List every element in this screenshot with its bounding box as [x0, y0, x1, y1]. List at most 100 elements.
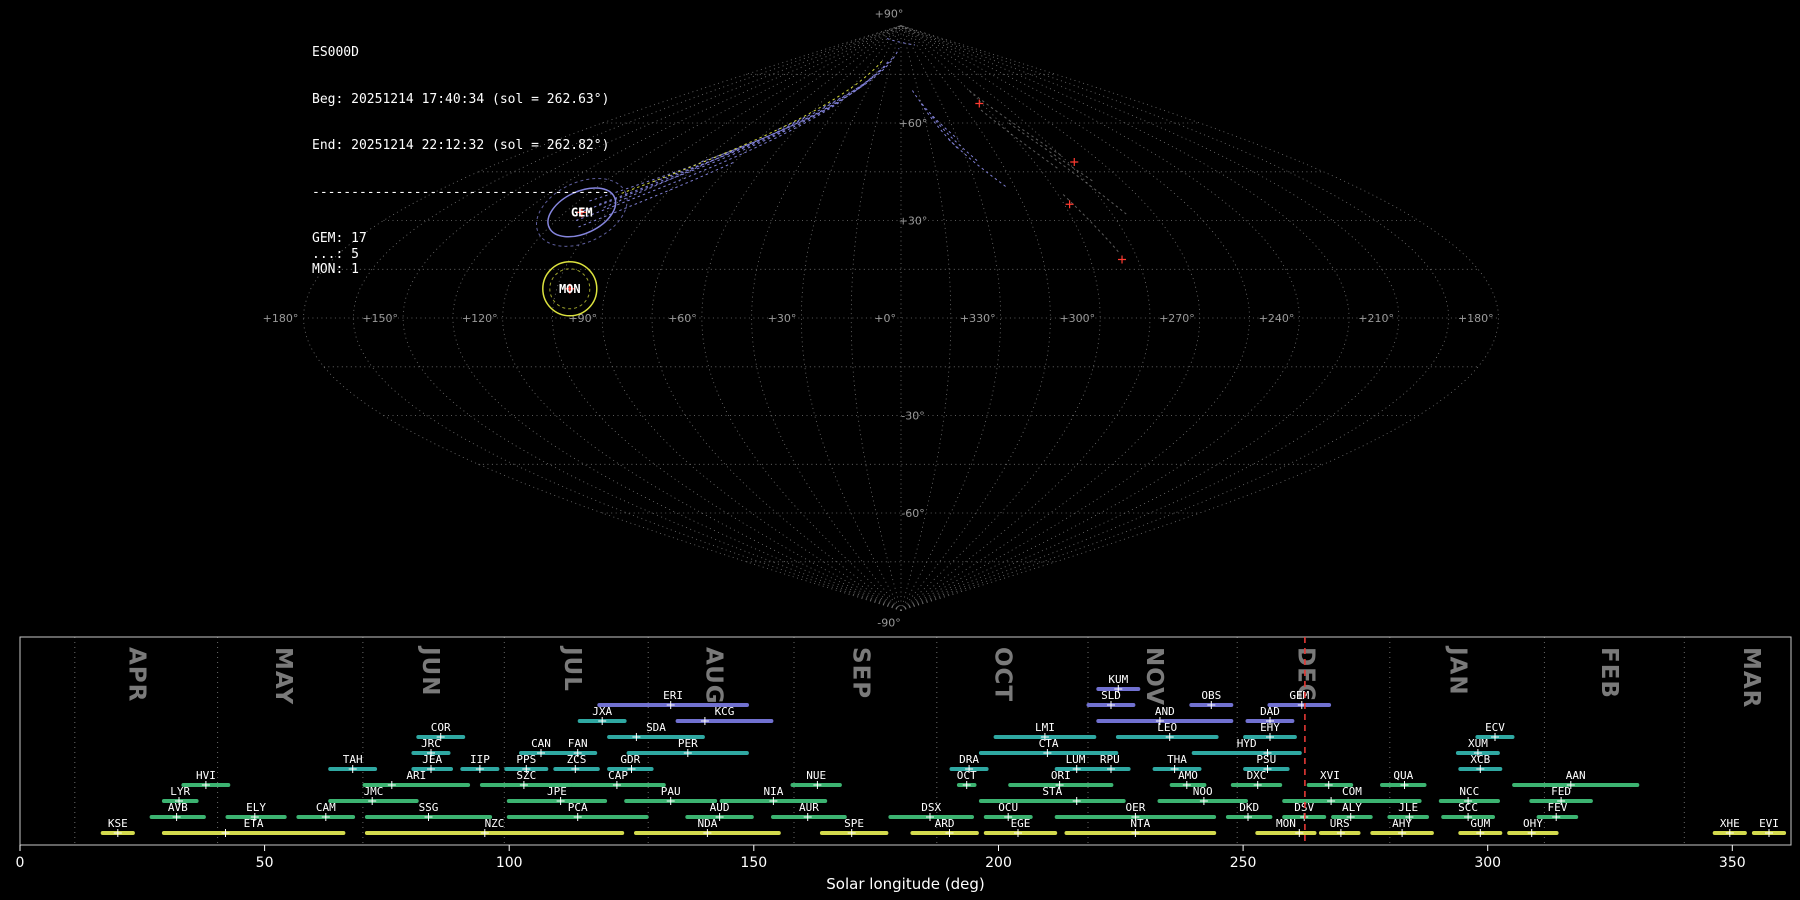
- shower-label-spe: SPE: [844, 817, 864, 830]
- shower-label-com: COM: [1342, 785, 1362, 798]
- shower-label-rpu: RPU: [1100, 753, 1120, 766]
- meteor-begin-mark: [1070, 158, 1079, 166]
- peak-marker-sta: [1072, 797, 1081, 805]
- peak-marker-nia: [769, 797, 778, 805]
- shower-label-kse: KSE: [108, 817, 128, 830]
- shower-label-szc: SZC: [516, 769, 536, 782]
- separator-line: --------------------------------------: [312, 184, 610, 200]
- shower-label-ari: ARI: [406, 769, 426, 782]
- peak-marker-pca: [573, 813, 582, 821]
- shower-label-scc: SCC: [1458, 801, 1478, 814]
- longitude-label: +180°: [263, 312, 299, 325]
- shower-label-ssg: SSG: [419, 801, 439, 814]
- peak-marker-cap: [612, 781, 621, 789]
- activity-timeline: APR MAY JUN JUL AUG SEP OCT NOV DEC JAN FEB MAR0 50 1…: [16, 636, 1792, 893]
- shower-bar-nzc: [364, 831, 625, 835]
- axis-tick-label: 250: [1230, 855, 1257, 871]
- month-label-sep: SEP: [848, 647, 874, 699]
- longitude-label: +150°: [362, 312, 398, 325]
- longitude-label: +0°: [874, 312, 896, 325]
- peak-marker-xhe: [1725, 829, 1734, 837]
- axis-tick-label: 200: [985, 855, 1012, 871]
- shower-label-hvi: HVI: [196, 769, 216, 782]
- shower-label-cam: CAM: [316, 801, 336, 814]
- peak-marker-oct: [962, 781, 971, 789]
- meteor-trail-spo: [1050, 155, 1127, 215]
- shower-label-jxa: JXA: [592, 705, 612, 718]
- month-label-jun: JUN: [417, 645, 443, 696]
- peak-marker-eta: [221, 829, 230, 837]
- shower-label-fev: FEV: [1547, 801, 1567, 814]
- shower-label-hyd: HYD: [1237, 737, 1257, 750]
- peak-marker-nue: [813, 781, 822, 789]
- shower-label-jpe: JPE: [547, 785, 567, 798]
- shower-label-psu: PSU: [1256, 753, 1276, 766]
- longitude-label: +30°: [768, 312, 797, 325]
- latitude-label: +30°: [899, 215, 928, 228]
- shower-count-line: ...: 5: [312, 246, 359, 262]
- peak-marker-iip: [475, 765, 484, 773]
- shower-label-kum: KUM: [1108, 673, 1128, 686]
- longitude-label: +240°: [1259, 312, 1295, 325]
- shower-label-ard: ARD: [935, 817, 955, 830]
- peak-marker-szc: [519, 781, 528, 789]
- shower-label-nda: NDA: [697, 817, 717, 830]
- axis-tick-label: 300: [1474, 855, 1501, 871]
- shower-label-cor: COR: [431, 721, 451, 734]
- meteor-trail-gem: [911, 90, 959, 140]
- meteor-trail-gem: [603, 148, 738, 208]
- shower-label-pca: PCA: [568, 801, 588, 814]
- peak-marker-lum: [1072, 765, 1081, 773]
- meteor-trail-spo: [980, 109, 1059, 169]
- shower-bar-eta: [161, 831, 346, 835]
- shower-label-lyr: LYR: [170, 785, 190, 798]
- shower-label-ehy: EHY: [1260, 721, 1280, 734]
- peak-marker-leo: [1165, 733, 1174, 741]
- shower-label-sta: STA: [1042, 785, 1062, 798]
- shower-bar-hyd: [1191, 751, 1302, 755]
- shower-label-dkd: DKD: [1239, 801, 1259, 814]
- shower-label-aur: AUR: [799, 801, 819, 814]
- shower-count-line: MON: 1: [312, 262, 359, 277]
- shower-label-cta: CTA: [1039, 737, 1059, 750]
- peak-marker-qua: [1400, 781, 1409, 789]
- shower-label-gdr: GDR: [620, 753, 640, 766]
- peak-marker-dkd: [1244, 813, 1252, 821]
- peak-marker-ecv: [1491, 733, 1499, 741]
- shower-label-kcg: KCG: [715, 705, 735, 718]
- meteor-trail-gem: [719, 83, 866, 156]
- shower-label-jle: JLE: [1398, 801, 1418, 814]
- shower-label-eri: ERI: [663, 689, 683, 702]
- shower-label-nzc: NZC: [485, 817, 505, 830]
- peak-marker-ege: [1014, 829, 1022, 837]
- meteor-trail-gem: [589, 60, 889, 202]
- shower-bar-kcg: [675, 719, 774, 723]
- shower-label-ely: ELY: [246, 801, 266, 814]
- shower-label-fed: FED: [1551, 785, 1571, 798]
- peak-marker-cta: [1043, 749, 1052, 757]
- peak-marker-obs: [1207, 701, 1216, 709]
- meteor-trail-gem: [583, 73, 876, 212]
- meteor-begin-mark: [1118, 255, 1127, 264]
- shower-count-line: GEM: 17: [312, 231, 367, 246]
- axis-tick-label: 150: [740, 855, 767, 871]
- shower-label-xhe: XHE: [1720, 817, 1740, 830]
- peak-marker-can: [537, 749, 545, 757]
- peak-marker-mon: [1295, 829, 1304, 837]
- peak-marker-fev: [1552, 813, 1561, 821]
- meteor-trail-gem: [948, 138, 1009, 189]
- peak-marker-pau: [666, 797, 675, 805]
- peak-marker-nta: [1131, 829, 1140, 837]
- shower-label-aly: ALY: [1342, 801, 1362, 814]
- meteor-trail-spo: [968, 90, 1062, 156]
- latitude-label: +60°: [899, 117, 928, 130]
- shower-label-iip: IIP: [470, 753, 490, 766]
- peak-marker-ehy: [1266, 733, 1274, 741]
- shower-label-zcs: ZCS: [567, 753, 587, 766]
- peak-marker-ohy: [1527, 829, 1536, 837]
- shower-label-aud: AUD: [710, 801, 730, 814]
- shower-label-ecv: ECV: [1485, 721, 1505, 734]
- observation-info: ES000D Beg: 20251214 17:40:34 (sol = 262…: [312, 14, 609, 309]
- month-label-feb: FEB: [1596, 647, 1622, 699]
- peak-marker-ard: [945, 829, 954, 837]
